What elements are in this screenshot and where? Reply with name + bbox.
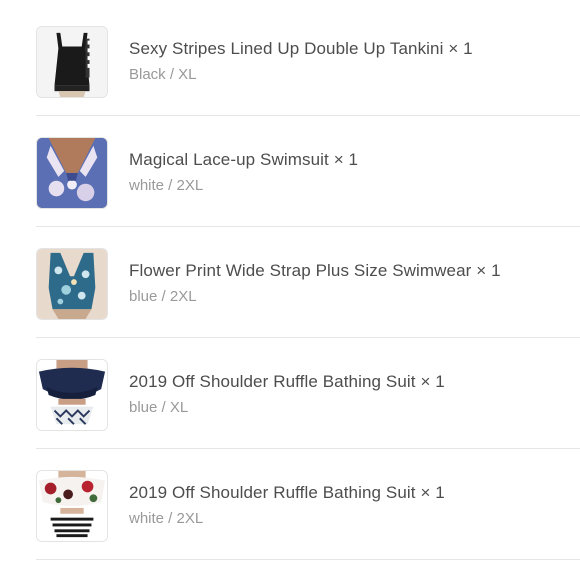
- product-thumbnail[interactable]: [36, 26, 108, 98]
- product-variant: white / 2XL: [129, 177, 204, 194]
- product-thumbnail[interactable]: [36, 470, 108, 542]
- product-variant: Black / XL: [129, 66, 197, 83]
- product-title[interactable]: 2019 Off Shoulder Ruffle Bathing Suit × …: [129, 483, 445, 503]
- order-item: Sexy Stripes Lined Up Double Up Tankini …: [36, 6, 580, 116]
- product-title[interactable]: Magical Lace-up Swimsuit × 1: [129, 150, 358, 170]
- product-title[interactable]: 2019 Off Shoulder Ruffle Bathing Suit × …: [129, 372, 445, 392]
- product-title[interactable]: Flower Print Wide Strap Plus Size Swimwe…: [129, 261, 501, 281]
- order-item-list: Sexy Stripes Lined Up Double Up Tankini …: [0, 0, 580, 580]
- product-variant: blue / XL: [129, 399, 189, 416]
- order-item: 2019 Off Shoulder Ruffle Bathing Suit × …: [36, 339, 580, 449]
- product-thumbnail[interactable]: [36, 359, 108, 431]
- product-thumbnail[interactable]: [36, 137, 108, 209]
- product-variant: blue / 2XL: [129, 288, 197, 305]
- product-thumbnail[interactable]: [36, 248, 108, 320]
- product-title[interactable]: Sexy Stripes Lined Up Double Up Tankini …: [129, 39, 473, 59]
- product-variant: white / 2XL: [129, 510, 204, 527]
- order-item: Flower Print Wide Strap Plus Size Swimwe…: [36, 228, 580, 338]
- order-item: 2019 Off Shoulder Ruffle Bathing Suit × …: [36, 450, 580, 560]
- order-item: Magical Lace-up Swimsuit × 1 white / 2XL: [36, 117, 580, 227]
